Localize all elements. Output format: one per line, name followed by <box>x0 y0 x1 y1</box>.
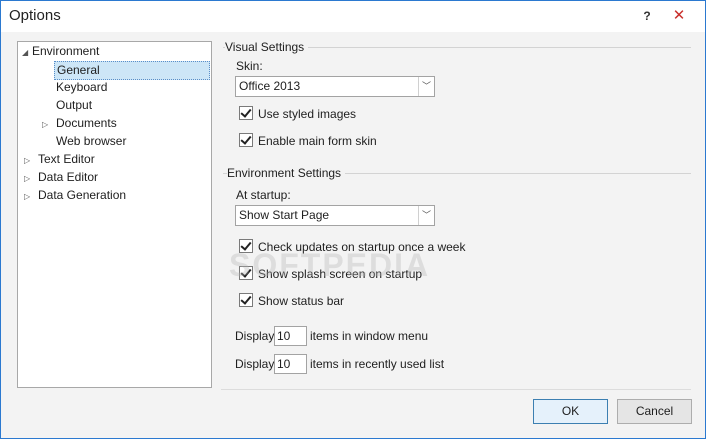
display-label-recent: Display <box>235 357 275 371</box>
tree-item-web-browser[interactable]: Web browser <box>56 133 126 150</box>
checkbox-checked-icon[interactable] <box>239 106 253 120</box>
window-menu-suffix: items in window menu <box>310 329 429 343</box>
recent-suffix: items in recently used list <box>310 357 445 371</box>
tree-item-data-editor[interactable]: ▷ Data Editor <box>24 169 98 186</box>
options-tree[interactable]: ◢ Environment General Keyboard Output ▷ Do… <box>17 41 212 388</box>
options-dialog: Options ? ✕ ◢ Environment General Keyboar… <box>0 0 706 439</box>
collapsed-arrow-icon[interactable]: ▷ <box>24 170 38 187</box>
chevron-down-icon[interactable]: ﹀ <box>418 206 434 225</box>
tree-item-keyboard[interactable]: Keyboard <box>56 79 107 96</box>
chevron-down-icon[interactable]: ﹀ <box>418 77 434 96</box>
checkbox-checked-icon[interactable] <box>239 293 253 307</box>
startup-label: At startup: <box>236 188 291 202</box>
footer-divider <box>221 389 691 390</box>
ok-button[interactable]: OK <box>533 399 608 424</box>
recent-count-input[interactable]: 10 <box>274 354 307 374</box>
tree-item-text-editor[interactable]: ▷ Text Editor <box>24 151 95 168</box>
tree-item-environment[interactable]: ◢ Environment <box>22 43 99 60</box>
tree-item-general[interactable]: General <box>54 61 210 80</box>
collapsed-arrow-icon[interactable]: ▷ <box>42 116 56 133</box>
enable-main-form-skin-checkbox[interactable]: Enable main form skin <box>239 133 377 149</box>
checkbox-checked-icon[interactable] <box>239 133 253 147</box>
startup-combobox[interactable]: Show Start Page ﹀ <box>235 205 435 226</box>
softpedia-watermark: SOFTPEDIA <box>229 247 431 283</box>
use-styled-images-checkbox[interactable]: Use styled images <box>239 106 356 122</box>
window-menu-count-input[interactable]: 10 <box>274 326 307 346</box>
show-status-bar-checkbox[interactable]: Show status bar <box>239 293 344 309</box>
skin-combobox[interactable]: Office 2013 ﹀ <box>235 76 435 97</box>
tree-item-output[interactable]: Output <box>56 97 92 114</box>
environment-settings-title: Environment Settings <box>227 166 346 180</box>
expanded-arrow-icon[interactable]: ◢ <box>22 44 32 61</box>
visual-settings-title: Visual Settings <box>225 40 309 54</box>
tree-item-data-generation[interactable]: ▷ Data Generation <box>24 187 126 204</box>
cancel-button[interactable]: Cancel <box>617 399 692 424</box>
skin-label: Skin: <box>236 59 263 73</box>
help-button[interactable]: ? <box>637 6 657 26</box>
collapsed-arrow-icon[interactable]: ▷ <box>24 188 38 205</box>
window-title: Options <box>9 7 61 24</box>
display-label-window-menu: Display <box>235 329 275 343</box>
close-button[interactable]: ✕ <box>659 5 699 27</box>
title-bar: Options ? ✕ <box>1 1 705 32</box>
tree-item-documents[interactable]: ▷ Documents <box>42 115 117 132</box>
collapsed-arrow-icon[interactable]: ▷ <box>24 152 38 169</box>
